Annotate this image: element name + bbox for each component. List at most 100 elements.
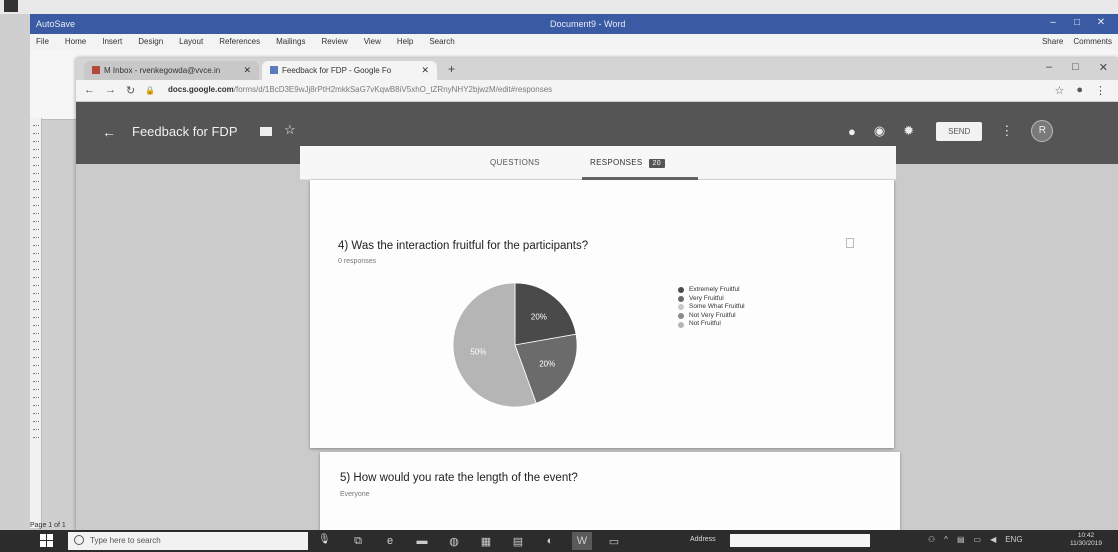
tab-responses[interactable]: RESPONSES 20: [590, 158, 665, 168]
app-icon[interactable]: ◐: [540, 532, 560, 550]
url-field[interactable]: docs.google.com/forms/d/1BcD3E9wJj8rPtH2…: [168, 85, 552, 94]
pie-chart: 20% 20% 50%: [452, 282, 578, 408]
tab-questions[interactable]: QUESTIONS: [490, 158, 540, 167]
close-icon[interactable]: ✕: [243, 65, 251, 76]
menu-file[interactable]: File: [36, 37, 49, 46]
clock[interactable]: 10:42 11/30/2019: [1070, 532, 1102, 548]
response-count-text: 0 responses: [338, 258, 377, 265]
responses-count-badge: 20: [648, 159, 665, 168]
legend-item: Not Very Fruitful: [678, 312, 745, 321]
share-button[interactable]: Share: [1042, 37, 1063, 46]
edge-icon[interactable]: e: [380, 532, 400, 550]
settings-gear-icon[interactable]: ✹: [903, 123, 914, 139]
copy-chart-icon[interactable]: [846, 238, 854, 248]
maximize-icon[interactable]: □: [1072, 61, 1079, 74]
forms-icon: [270, 66, 278, 74]
legend-swatch: [678, 295, 684, 302]
page-status: Page 1 of 1: [30, 522, 66, 529]
language-icon[interactable]: ENG: [1005, 535, 1022, 544]
bookmark-star-icon[interactable]: ☆: [1054, 84, 1064, 97]
battery-icon[interactable]: ▭: [974, 535, 982, 544]
autosave-label[interactable]: AutoSave: [36, 19, 75, 29]
windows-start-icon[interactable]: [40, 534, 54, 548]
menu-help[interactable]: Help: [397, 37, 413, 46]
file-explorer-icon[interactable]: ▬: [412, 532, 432, 550]
folder-icon[interactable]: [260, 127, 272, 136]
gmail-icon: [92, 66, 100, 74]
legend-label: Very Fruitful: [689, 294, 724, 302]
response-count-text: Everyone: [340, 491, 370, 498]
word-taskbar-icon[interactable]: W: [572, 532, 592, 550]
minimize-icon[interactable]: –: [1046, 61, 1052, 74]
avatar[interactable]: R: [1031, 120, 1054, 142]
back-icon[interactable]: ←: [84, 84, 95, 97]
legend-item: Extremely Fruitful: [678, 286, 745, 295]
pie-slice-label: 50%: [470, 347, 486, 356]
legend-item: Very Fruitful: [678, 295, 745, 304]
reload-icon[interactable]: ↻: [126, 84, 135, 97]
chrome-icon[interactable]: ◍: [444, 532, 464, 550]
menu-dots-icon[interactable]: ⋮: [1095, 84, 1106, 97]
close-icon[interactable]: ✕: [1099, 61, 1108, 74]
microphone-icon[interactable]: 🎙: [318, 534, 331, 545]
word-window-controls: – □ ✕: [1046, 18, 1108, 28]
profile-icon[interactable]: ●: [1076, 84, 1083, 97]
minimize-icon[interactable]: –: [1046, 18, 1060, 28]
pie-slice-label: 20%: [539, 360, 555, 369]
menu-design[interactable]: Design: [138, 37, 163, 46]
clock-time: 10:42: [1077, 532, 1095, 539]
lock-icon: 🔒: [145, 86, 156, 95]
back-arrow-icon[interactable]: ←: [102, 124, 116, 140]
menu-mailings[interactable]: Mailings: [276, 37, 305, 46]
menu-home[interactable]: Home: [65, 37, 86, 46]
search-placeholder: Type here to search: [90, 536, 161, 545]
word-menu-bar: File Home Insert Design Layout Reference…: [30, 34, 1118, 50]
new-tab-button[interactable]: +: [448, 62, 455, 76]
close-icon[interactable]: ✕: [1094, 18, 1108, 28]
question-card-5: 5) How would you rate the length of the …: [320, 452, 900, 530]
send-button[interactable]: SEND: [936, 121, 983, 141]
legend-swatch: [678, 304, 684, 311]
volume-icon[interactable]: ◀: [990, 535, 996, 544]
question-title: 5) How would you rate the length of the …: [340, 472, 578, 484]
menu-search[interactable]: Search: [429, 37, 454, 46]
vertical-ruler: [30, 118, 42, 528]
taskbar-search-input[interactable]: Type here to search: [68, 532, 308, 550]
tab-gmail-label: M Inbox - rvenkegowda@vvce.in: [104, 66, 221, 75]
word-title-bar: AutoSave Document9 - Word – □ ✕: [30, 14, 1118, 34]
system-tray: ⚇ ^ ▤ ▭ ◀ ENG: [928, 535, 1023, 544]
tab-forms[interactable]: Feedback for FDP - Google Fo ✕: [262, 61, 437, 80]
word-window-title: Document9 - Word: [550, 19, 626, 29]
menu-view[interactable]: View: [364, 37, 381, 46]
chevron-up-icon[interactable]: ^: [944, 535, 948, 544]
chart-legend: Extremely Fruitful Very Fruitful Some What…: [678, 286, 745, 329]
app-icon[interactable]: ▭: [604, 532, 624, 550]
people-icon[interactable]: ⚇: [928, 535, 935, 544]
forward-icon[interactable]: →: [105, 84, 116, 97]
palette-icon[interactable]: ●: [848, 124, 856, 139]
question-card-4: 4) Was the interaction fruitful for the …: [310, 180, 894, 448]
comments-button[interactable]: Comments: [1073, 37, 1112, 46]
network-icon[interactable]: ▤: [957, 535, 965, 544]
url-host: docs.google.com: [168, 85, 234, 94]
more-vert-icon[interactable]: ⋮: [1000, 123, 1013, 139]
close-icon[interactable]: ✕: [421, 65, 429, 76]
maximize-icon[interactable]: □: [1070, 18, 1084, 28]
legend-swatch: [678, 287, 684, 294]
tab-forms-label: Feedback for FDP - Google Fo: [282, 66, 392, 75]
form-title[interactable]: Feedback for FDP: [132, 124, 238, 139]
star-icon[interactable]: ☆: [284, 122, 296, 138]
preview-eye-icon[interactable]: ◉: [874, 123, 885, 139]
menu-references[interactable]: References: [219, 37, 260, 46]
address-toolbar-input[interactable]: [730, 534, 870, 547]
tab-gmail[interactable]: M Inbox - rvenkegowda@vvce.in ✕: [84, 61, 259, 80]
task-view-icon[interactable]: ⧉: [348, 532, 368, 550]
excel-icon[interactable]: ▦: [476, 532, 496, 550]
legend-label: Not Fruitful: [689, 320, 721, 328]
menu-layout[interactable]: Layout: [179, 37, 203, 46]
browser-window-controls: – □ ✕: [1046, 61, 1108, 74]
menu-insert[interactable]: Insert: [102, 37, 122, 46]
menu-review[interactable]: Review: [321, 37, 347, 46]
spreadsheet-icon[interactable]: ▤: [508, 532, 528, 550]
legend-swatch: [678, 321, 684, 328]
